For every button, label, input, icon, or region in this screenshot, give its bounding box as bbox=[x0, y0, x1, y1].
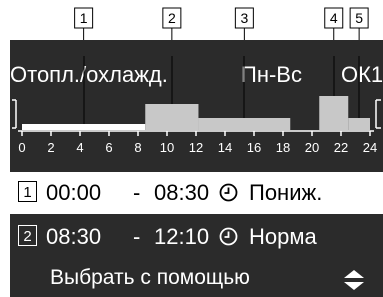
time-slot-bar bbox=[348, 118, 370, 130]
time-program-chart: 0 2 4 6 8 10 12 14 16 18 20 22 24 bbox=[12, 96, 381, 155]
x-tick-label: 22 bbox=[334, 140, 348, 155]
footer-label: Выбрать с помощью bbox=[50, 266, 250, 289]
days-label: Пн-Вс bbox=[241, 62, 302, 87]
controller-screen: Отопл./охлажд. Пн-Вс ОК1 0 2 4 6 8 10 12 14 16 18… bbox=[10, 40, 383, 297]
footer-hint: Выбрать с помощью bbox=[10, 260, 383, 297]
chart-left-bracket bbox=[12, 99, 17, 129]
slot-mode: Норма bbox=[249, 224, 317, 249]
status-label: ОК1 bbox=[341, 62, 383, 87]
slot-start-time: 00:00 bbox=[46, 180, 102, 205]
x-tick-label: 14 bbox=[218, 140, 232, 155]
x-tick-label: 12 bbox=[189, 140, 203, 155]
time-slot-row-2[interactable]: 2 08:30 - 12:10 Норма bbox=[10, 216, 383, 258]
callout-leader-extension bbox=[333, 56, 335, 96]
time-slot-bar bbox=[198, 118, 291, 130]
callout-number: 4 bbox=[330, 10, 338, 26]
mode-label: Отопл./охлажд. bbox=[10, 62, 168, 87]
x-tick-label: 16 bbox=[247, 140, 261, 155]
up-down-arrows-icon[interactable] bbox=[343, 269, 365, 291]
x-tick-label: 18 bbox=[276, 140, 290, 155]
header-bar: Отопл./охлажд. Пн-Вс ОК1 bbox=[10, 52, 383, 96]
callout-number: 2 bbox=[168, 10, 176, 26]
callout-number: 3 bbox=[240, 10, 248, 26]
time-slot-bar bbox=[22, 124, 146, 130]
x-tick-label: 24 bbox=[363, 140, 377, 155]
slot-index: 2 bbox=[18, 225, 37, 246]
time-slot-row-1[interactable]: 1 00:00 - 08:30 Пониж. bbox=[10, 172, 383, 214]
time-slot-bar bbox=[145, 104, 199, 130]
chart-right-bracket bbox=[375, 99, 381, 129]
x-tick-label: 6 bbox=[105, 140, 112, 155]
x-tick-label: 10 bbox=[160, 140, 174, 155]
slot-mode: Пониж. bbox=[249, 180, 323, 205]
callout-leader-extension bbox=[358, 56, 360, 118]
callout-number: 1 bbox=[80, 10, 88, 26]
clock-icon bbox=[219, 183, 238, 202]
callout-number: 5 bbox=[355, 10, 363, 26]
clock-icon bbox=[219, 227, 238, 246]
slot-dash: - bbox=[133, 224, 141, 249]
x-tick-label: 8 bbox=[134, 140, 141, 155]
slot-end-time: 12:10 bbox=[154, 224, 210, 249]
callout-leader-extension bbox=[171, 56, 173, 104]
x-tick-label: 0 bbox=[18, 140, 25, 155]
time-slot-bar bbox=[319, 96, 349, 130]
slot-start-time: 08:30 bbox=[46, 224, 102, 249]
x-tick-label: 20 bbox=[305, 140, 319, 155]
callout-leader-extension bbox=[243, 56, 245, 118]
slot-end-time: 08:30 bbox=[154, 180, 210, 205]
x-tick-label: 4 bbox=[76, 140, 83, 155]
slot-dash: - bbox=[133, 180, 141, 205]
callout-leader-extension bbox=[83, 56, 85, 124]
x-tick-label: 2 bbox=[47, 140, 54, 155]
slot-index: 1 bbox=[18, 181, 37, 202]
